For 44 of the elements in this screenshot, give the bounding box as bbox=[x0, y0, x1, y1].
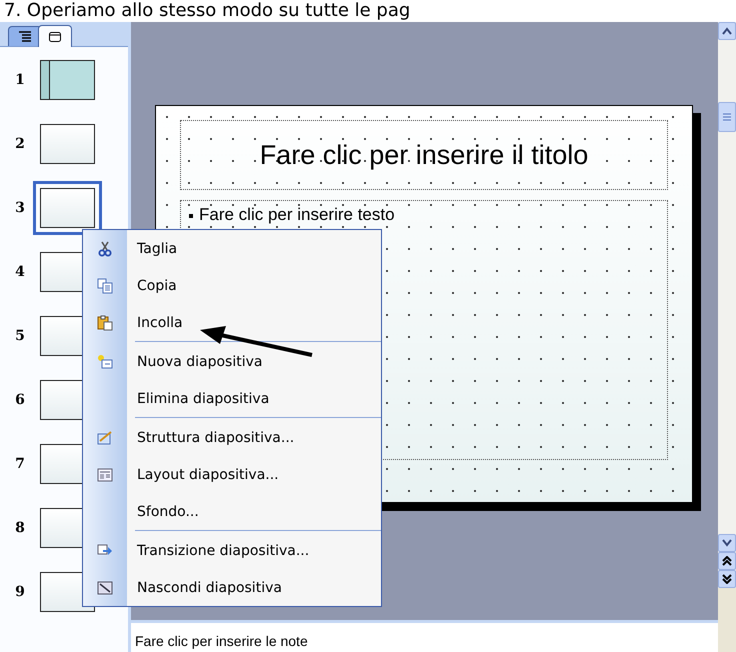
menu-item[interactable]: Struttura diapositiva... bbox=[83, 419, 381, 456]
double-down-icon bbox=[722, 574, 732, 584]
copy-icon bbox=[97, 278, 113, 294]
slide-number: 7 bbox=[14, 456, 26, 472]
slide-number: 9 bbox=[14, 584, 26, 600]
slide-number: 4 bbox=[14, 264, 26, 280]
slides-tab[interactable] bbox=[38, 25, 72, 47]
slide-thumbnail[interactable] bbox=[33, 181, 102, 235]
caption-text: 7. Operiamo allo stesso modo su tutte le pag bbox=[3, 0, 412, 22]
notes-pane[interactable]: Fare clic per inserire le note bbox=[131, 620, 718, 652]
body-placeholder-text: Fare clic per inserire testo bbox=[199, 205, 395, 225]
outline-icon bbox=[18, 30, 32, 42]
menu-item[interactable]: Sfondo... bbox=[83, 493, 381, 530]
scissors-icon bbox=[97, 240, 113, 256]
title-placeholder-text: Fare clic per inserire il titolo bbox=[260, 140, 588, 170]
paste-icon bbox=[97, 314, 113, 330]
grip-icon bbox=[723, 113, 731, 121]
next-slide-button[interactable] bbox=[718, 570, 736, 588]
double-up-icon bbox=[722, 556, 732, 566]
scroll-thumb[interactable] bbox=[718, 102, 736, 132]
notes-placeholder: Fare clic per inserire le note bbox=[135, 633, 308, 649]
scroll-up-button[interactable] bbox=[718, 22, 736, 40]
menu-item[interactable]: Elimina diapositiva bbox=[83, 380, 381, 417]
scrollbar-corner bbox=[718, 588, 736, 652]
layout-icon bbox=[97, 466, 113, 482]
menu-item[interactable]: Transizione diapositiva... bbox=[83, 532, 381, 569]
menu-item[interactable]: Nascondi diapositiva bbox=[83, 569, 381, 606]
menu-item[interactable]: Nuova diapositiva bbox=[83, 343, 381, 380]
previous-slide-button[interactable] bbox=[718, 552, 736, 570]
slide-number: 5 bbox=[14, 328, 26, 344]
scroll-down-button[interactable] bbox=[718, 534, 736, 552]
title-placeholder[interactable]: Fare clic per inserire il titolo bbox=[180, 120, 668, 190]
design-icon bbox=[97, 430, 113, 446]
hidden-slide-icon bbox=[97, 580, 113, 596]
slide-number: 6 bbox=[14, 392, 26, 408]
new-slide-icon bbox=[97, 354, 113, 370]
slide-number: 2 bbox=[14, 136, 26, 152]
slide-number: 8 bbox=[14, 520, 26, 536]
slide-icon bbox=[48, 30, 62, 42]
slide-number: 3 bbox=[14, 200, 26, 216]
vertical-scrollbar[interactable] bbox=[718, 22, 736, 652]
menu-item[interactable]: Incolla bbox=[83, 304, 381, 341]
bullet-icon bbox=[189, 214, 193, 218]
slide-number: 1 bbox=[14, 72, 26, 88]
